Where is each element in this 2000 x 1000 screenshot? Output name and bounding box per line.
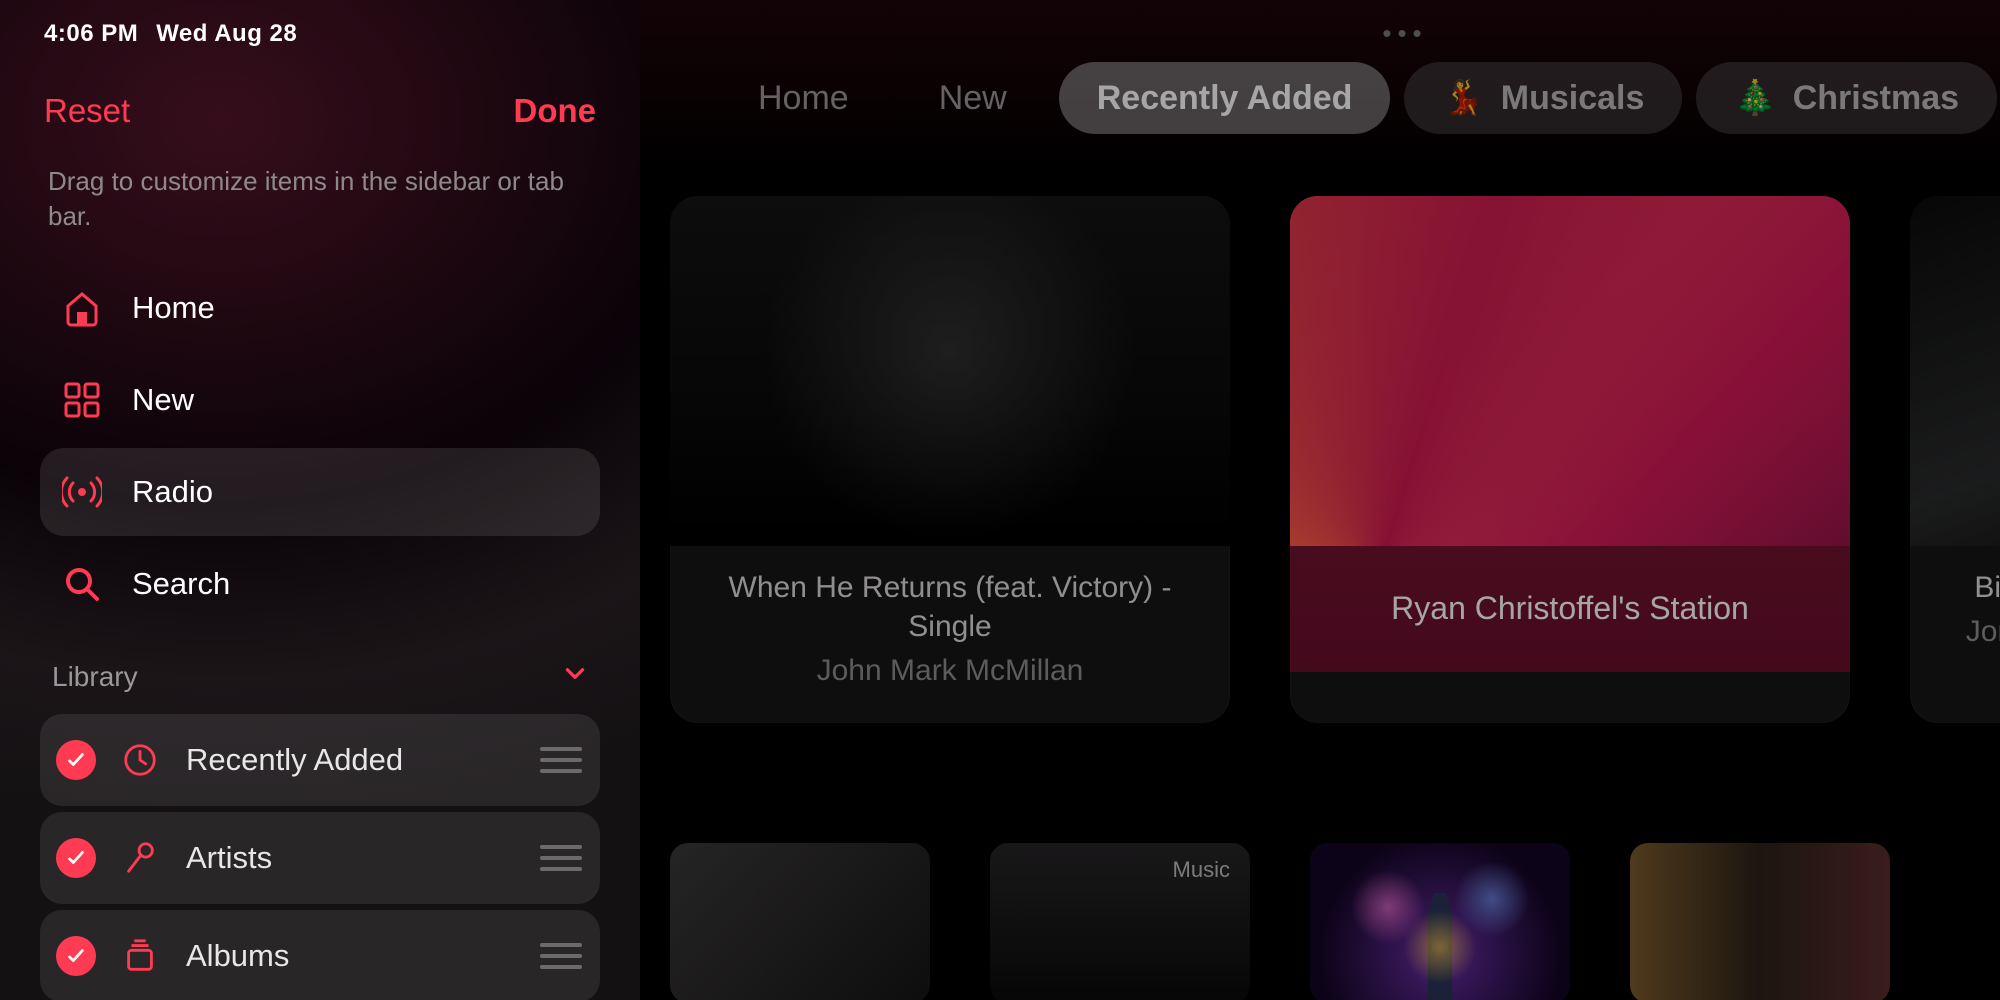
sidebar-hint: Drag to customize items in the sidebar o… (40, 162, 600, 260)
thumbnail-item[interactable] (1630, 843, 1890, 1000)
tab-label: Home (758, 79, 849, 118)
sidebar-item-label: New (132, 382, 194, 418)
sidebar-edit-panel: 4:06 PM Wed Aug 28 Reset Done Drag to cu… (0, 0, 640, 1000)
clock-icon (118, 738, 162, 782)
drag-handle-icon[interactable] (540, 747, 582, 773)
library-item-label: Recently Added (186, 742, 540, 778)
status-date: Wed Aug 28 (156, 20, 297, 48)
search-icon (60, 562, 104, 606)
tab-home[interactable]: Home (720, 62, 887, 134)
tab-christmas[interactable]: 🎄 Christmas (1696, 62, 1997, 134)
tab-new[interactable]: New (901, 62, 1045, 134)
dancer-emoji-icon: 💃 (1442, 78, 1484, 118)
recently-added-row: When He Returns (feat. Victory) - Single… (640, 134, 2000, 723)
status-bar: 4:06 PM Wed Aug 28 (40, 18, 600, 76)
secondary-row: Music (640, 723, 2000, 1000)
tab-musicals[interactable]: 💃 Musicals (1404, 62, 1682, 134)
library-item-label: Albums (186, 938, 540, 974)
tab-recently-added[interactable]: Recently Added (1059, 62, 1391, 134)
station-card[interactable]: Ryan Christoffel's Station (1290, 196, 1850, 723)
grid-icon (60, 378, 104, 422)
checkmark-icon[interactable] (56, 740, 96, 780)
checkmark-icon[interactable] (56, 936, 96, 976)
home-icon (60, 286, 104, 330)
top-tab-bar: Home New Recently Added 💃 Musicals 🎄 Chris… (640, 0, 2000, 134)
card-subtitle: Jordan & S (1934, 615, 2000, 649)
checkmark-icon[interactable] (56, 838, 96, 878)
sidebar-item-label: Home (132, 290, 215, 326)
drag-handle-icon[interactable] (540, 845, 582, 871)
album-artwork (670, 196, 1230, 546)
tab-label: Recently Added (1097, 79, 1353, 118)
status-time: 4:06 PM (44, 20, 138, 48)
library-header-label: Library (52, 661, 138, 693)
microphone-icon (118, 836, 162, 880)
reset-button[interactable]: Reset (44, 92, 130, 130)
drag-handle-icon[interactable] (540, 943, 582, 969)
library-section-header[interactable]: Library (40, 632, 600, 708)
library-item-albums[interactable]: Albums (40, 910, 600, 1000)
sidebar-item-label: Radio (132, 474, 213, 510)
radio-icon (60, 470, 104, 514)
album-artwork (1910, 196, 2000, 546)
sidebar-item-radio[interactable]: Radio (40, 448, 600, 536)
tree-emoji-icon: 🎄 (1734, 78, 1776, 118)
card-subtitle: John Mark McMillan (694, 654, 1206, 688)
card-title: When He Returns (feat. Victory) - Single (694, 568, 1206, 646)
card-title: Bind Us T (1934, 568, 2000, 607)
sidebar-item-search[interactable]: Search (40, 540, 600, 628)
done-button[interactable]: Done (514, 92, 597, 130)
tab-label: Musicals (1501, 79, 1645, 118)
thumbnail-item[interactable] (670, 843, 930, 1000)
library-item-recently-added[interactable]: Recently Added (40, 714, 600, 806)
sidebar-item-new[interactable]: New (40, 356, 600, 444)
card-subtitle-2: Th (1934, 657, 2000, 691)
apple-music-badge: Music (1173, 857, 1230, 883)
main-content: ••• Home New Recently Added 💃 Musicals 🎄 C… (640, 0, 2000, 1000)
album-card[interactable]: When He Returns (feat. Victory) - Single… (670, 196, 1230, 723)
thumbnail-item[interactable]: Music (990, 843, 1250, 1000)
station-artwork (1290, 196, 1850, 546)
album-card-partial[interactable]: Bind Us T Jordan & S Th (1910, 196, 2000, 723)
sidebar-item-home[interactable]: Home (40, 264, 600, 352)
chevron-down-icon (562, 660, 588, 694)
sidebar-item-label: Search (132, 566, 230, 602)
album-stack-icon (118, 934, 162, 978)
card-title: Ryan Christoffel's Station (1314, 588, 1826, 630)
thumbnail-item[interactable] (1310, 843, 1570, 1000)
library-item-artists[interactable]: Artists (40, 812, 600, 904)
library-item-label: Artists (186, 840, 540, 876)
tab-label: New (939, 79, 1007, 118)
tab-label: Christmas (1793, 79, 1959, 118)
grabber-dots-icon[interactable]: ••• (1382, 18, 1427, 49)
